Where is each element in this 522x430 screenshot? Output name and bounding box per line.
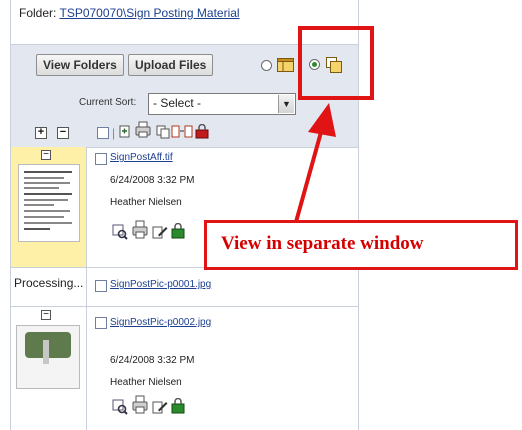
annotation-callout: View in separate window — [204, 220, 518, 270]
callout-text: View in separate window — [221, 233, 424, 254]
annotation-arrow — [294, 103, 336, 223]
